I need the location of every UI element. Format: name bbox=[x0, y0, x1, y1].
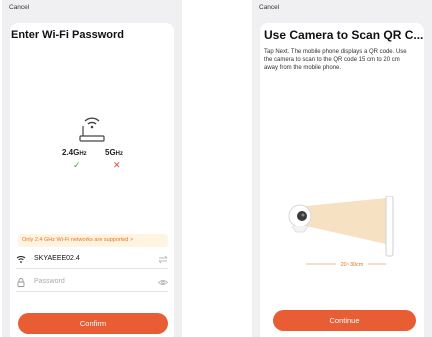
band-support-notice[interactable]: Only 2.4 GHz Wi-Fi networks are supporte… bbox=[18, 234, 168, 247]
cross-icon: ✕ bbox=[113, 160, 121, 170]
eye-icon[interactable] bbox=[158, 278, 168, 287]
wifi-password-screen: Cancel Enter Wi-Fi Password 2.4GHz 5GHz … bbox=[2, 0, 182, 337]
password-placeholder: Password bbox=[34, 278, 65, 285]
distance-label: 20~30cm bbox=[341, 262, 364, 268]
cancel-link[interactable]: Cancel bbox=[259, 4, 279, 11]
wifi-name-field[interactable]: SKYAEEE02.4 bbox=[16, 251, 168, 269]
switch-network-icon[interactable] bbox=[158, 255, 168, 264]
band-5g-label: 5GHz bbox=[105, 148, 124, 157]
lock-icon bbox=[17, 278, 25, 287]
page-title: Use Camera to Scan QR C... bbox=[264, 28, 424, 42]
wifi-name-value: SKYAEEE02.4 bbox=[34, 255, 80, 262]
cancel-link[interactable]: Cancel bbox=[9, 4, 29, 11]
band-2g-label: 2.4GHz bbox=[62, 148, 87, 157]
page-title: Enter Wi-Fi Password bbox=[11, 29, 124, 41]
confirm-button[interactable]: Confirm bbox=[18, 313, 168, 334]
camera-scan-illustration: 20~30cm bbox=[288, 196, 394, 268]
continue-button[interactable]: Continue bbox=[273, 310, 416, 331]
check-icon: ✓ bbox=[73, 160, 81, 170]
password-field[interactable]: Password bbox=[16, 274, 168, 292]
instructions-text: Tap Next. The mobile phone displays a QR… bbox=[264, 49, 407, 71]
router-wifi-icon bbox=[79, 117, 105, 142]
wifi-icon bbox=[16, 256, 26, 263]
scan-qr-screen: Cancel Use Camera to Scan QR C... Tap Ne… bbox=[252, 0, 432, 337]
